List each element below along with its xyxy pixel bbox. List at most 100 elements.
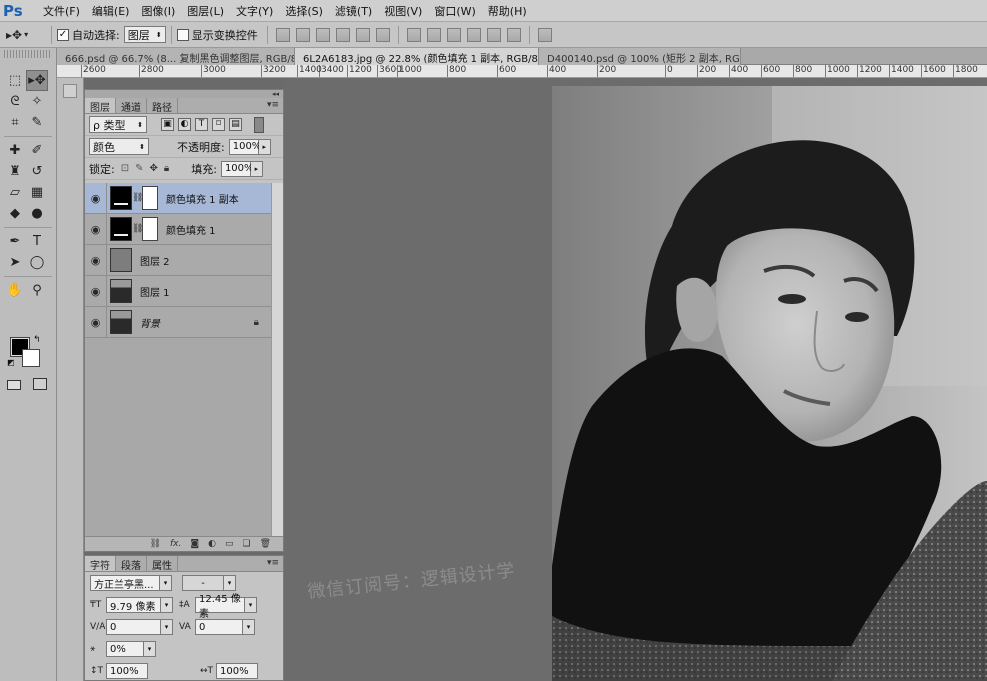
blur-tool-icon[interactable]: ◆ [4, 203, 26, 224]
background-color-swatch[interactable] [22, 349, 40, 367]
add-mask-icon[interactable]: ◙ [190, 539, 199, 549]
tab-layers[interactable]: 图层 [85, 98, 116, 114]
swap-colors-icon[interactable]: ↰ [33, 335, 41, 345]
trash-icon[interactable]: 🗑︎ [260, 539, 271, 549]
menu-image[interactable]: 图像(I) [135, 3, 181, 19]
panel-collapse-bar[interactable]: ◂◂ [85, 90, 283, 98]
leading-input[interactable]: 12.45 像素 [195, 594, 245, 620]
blend-mode-select[interactable]: 颜色 ⬍ [89, 138, 149, 155]
tracking-input[interactable]: 0 [195, 619, 243, 635]
align-hcenter-icon[interactable] [355, 27, 370, 42]
new-group-icon[interactable]: ▭ [225, 539, 234, 549]
auto-select-checkbox[interactable]: ✓ [57, 28, 69, 41]
horizontal-scale-input[interactable]: 100% [216, 663, 258, 679]
screen-mode-icon[interactable] [33, 378, 47, 390]
tab-paths[interactable]: 路径 [147, 98, 178, 114]
document-image[interactable] [552, 86, 987, 681]
leading-dropdown[interactable]: ▾ [245, 597, 257, 613]
distribute-right-icon[interactable] [506, 27, 521, 42]
lock-transparency-icon[interactable]: ⊡ [121, 163, 129, 174]
visibility-eye-icon[interactable]: ◉ [85, 244, 107, 276]
visibility-eye-icon[interactable]: ◉ [85, 213, 107, 245]
link-layers-icon[interactable]: ⛓ [150, 539, 161, 549]
font-size-input[interactable]: 9.79 像素 [106, 597, 161, 613]
collapse-icon[interactable]: ◂◂ [272, 90, 279, 98]
panel-menu-icon[interactable]: ▾≡ [267, 558, 279, 568]
tab-channels[interactable]: 通道 [116, 98, 147, 114]
vertical-scale-input[interactable]: 100% [106, 663, 148, 679]
eraser-tool-icon[interactable]: ▱ [4, 182, 26, 203]
move-tool-icon[interactable]: ▸✥ [26, 70, 48, 91]
layer-mask-thumbnail[interactable] [142, 186, 158, 210]
font-size-dropdown[interactable]: ▾ [161, 597, 173, 613]
adjustment-filter-icon[interactable]: ◐ [178, 118, 191, 131]
opacity-input[interactable]: 100% [228, 138, 261, 155]
distribute-bottom-icon[interactable] [446, 27, 461, 42]
show-transform-checkbox[interactable] [176, 28, 189, 41]
font-family-select[interactable]: 方正兰亭黑... [90, 575, 160, 591]
font-style-select[interactable]: - [182, 575, 224, 591]
menu-select[interactable]: 选择(S) [279, 3, 329, 19]
tab-document-d400140[interactable]: D400140.psd @ 100% (矩形 2 副本, RGB/8) × [539, 48, 741, 65]
adjustment-layer-icon[interactable]: ◐ [208, 539, 216, 549]
magic-wand-tool-icon[interactable]: ✧ [26, 91, 48, 112]
layers-scrollbar[interactable] [271, 183, 283, 538]
menu-view[interactable]: 视图(V) [378, 3, 428, 19]
lock-pixels-icon[interactable]: ✎ [135, 163, 143, 174]
eyedropper-tool-icon[interactable]: ✎ [26, 112, 48, 133]
gradient-tool-icon[interactable]: ▦ [26, 182, 48, 203]
tab-paragraph[interactable]: 段落 [116, 556, 147, 572]
zoom-tool-icon[interactable]: ⚲ [26, 280, 48, 301]
smart-object-filter-icon[interactable]: ▤ [229, 118, 242, 131]
fill-layer-thumbnail[interactable] [110, 217, 132, 241]
visibility-eye-icon[interactable]: ◉ [85, 182, 107, 214]
distribute-top-icon[interactable] [406, 27, 421, 42]
font-style-dropdown[interactable]: ▾ [224, 575, 236, 591]
history-brush-tool-icon[interactable]: ↺ [26, 161, 48, 182]
chain-link-icon[interactable]: ⛓ [132, 224, 143, 234]
auto-select-target-select[interactable]: 图层 ⬍ [123, 26, 166, 43]
healing-brush-tool-icon[interactable]: ✚ [4, 140, 26, 161]
panel-menu-icon[interactable]: ▾≡ [267, 100, 279, 110]
path-selection-tool-icon[interactable]: ➤ [4, 252, 26, 273]
menu-window[interactable]: 窗口(W) [428, 3, 481, 19]
type-filter-icon[interactable]: T [195, 118, 208, 131]
lasso-tool-icon[interactable]: ᘓ [4, 91, 26, 112]
tab-properties[interactable]: 属性 [147, 556, 178, 572]
clone-stamp-tool-icon[interactable]: ♜ [4, 161, 26, 182]
font-family-dropdown[interactable]: ▾ [160, 575, 172, 591]
hand-tool-icon[interactable]: ✋ [4, 280, 26, 301]
pixel-filter-icon[interactable]: ▣ [161, 118, 174, 131]
align-top-icon[interactable] [275, 27, 290, 42]
layer-mask-thumbnail[interactable] [142, 217, 158, 241]
horizontal-ruler[interactable]: 2600 2800 3000 3200 3400 3600 1400 1200 1000 800 6… [57, 65, 987, 78]
marquee-tool-icon[interactable]: ⬚ [4, 70, 26, 91]
panel-grip[interactable] [4, 50, 52, 58]
layer-filter-select[interactable]: ρ 类型 ⬍ [89, 116, 147, 133]
brush-tool-icon[interactable]: ✐ [26, 140, 48, 161]
layer-thumbnail[interactable] [110, 310, 132, 334]
opacity-dropdown[interactable]: ▸ [258, 138, 271, 155]
dodge-tool-icon[interactable]: ● [26, 203, 48, 224]
layer-row[interactable]: ◉ ⛓ 颜色填充 1 [85, 213, 273, 245]
auto-align-icon[interactable] [537, 27, 552, 42]
layer-row[interactable]: ◉ 图层 1 [85, 275, 273, 307]
filter-toggle[interactable] [254, 116, 264, 133]
align-vcenter-icon[interactable] [295, 27, 310, 42]
visibility-eye-icon[interactable]: ◉ [85, 306, 107, 338]
menu-edit[interactable]: 编辑(E) [86, 3, 136, 19]
menu-file[interactable]: 文件(F) [37, 3, 86, 19]
ellipse-tool-icon[interactable]: ◯ [26, 252, 48, 273]
lock-all-icon[interactable]: 🔒︎ [164, 163, 169, 174]
kerning-input[interactable]: 0 [106, 619, 161, 635]
kerning-dropdown[interactable]: ▾ [161, 619, 173, 635]
align-bottom-icon[interactable] [315, 27, 330, 42]
tab-document-6l2a6183[interactable]: 6L2A6183.jpg @ 22.8% (颜色填充 1 副本, RGB/8) … [295, 48, 539, 65]
shape-filter-icon[interactable]: ⌑ [212, 118, 225, 131]
fill-input[interactable]: 100% [220, 160, 254, 177]
distribute-left-icon[interactable] [466, 27, 481, 42]
tracking-dropdown[interactable]: ▾ [243, 619, 255, 635]
layer-thumbnail[interactable] [110, 279, 132, 303]
default-colors-icon[interactable]: ◩ [7, 358, 15, 367]
layer-thumbnail[interactable] [110, 248, 132, 272]
